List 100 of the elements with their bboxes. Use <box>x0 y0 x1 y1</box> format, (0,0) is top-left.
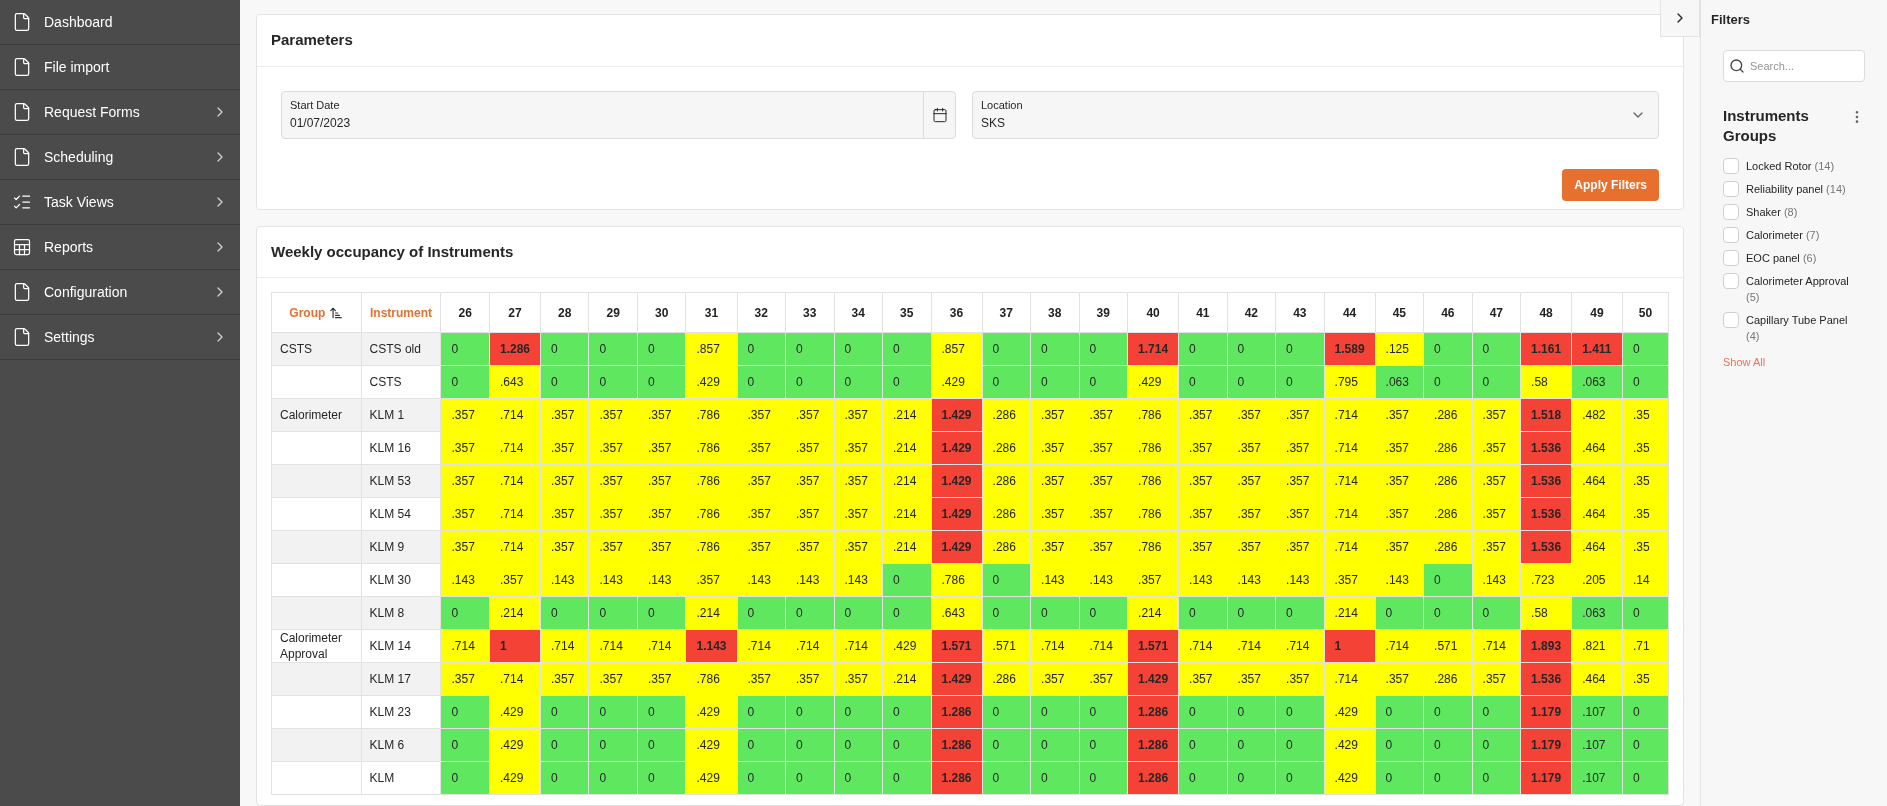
occupancy-cell: .14 <box>1622 563 1669 597</box>
checkbox[interactable] <box>1723 204 1739 220</box>
occupancy-cell: .357 <box>1030 662 1080 696</box>
occupancy-cell: .714 <box>1375 629 1424 663</box>
occupancy-cell: .58 <box>1520 596 1572 630</box>
occupancy-cell: .357 <box>834 398 883 432</box>
column-header: 42 <box>1227 292 1276 333</box>
occupancy-cell: 0 <box>785 695 834 729</box>
search-field[interactable]: Search... <box>1723 50 1865 82</box>
occupancy-cell: .357 <box>737 464 786 498</box>
occupancy-cell: .429 <box>686 761 737 795</box>
occupancy-cell: .714 <box>489 464 541 498</box>
occupancy-cell: .357 <box>1227 530 1276 564</box>
occupancy-cell: .357 <box>1375 530 1424 564</box>
occupancy-cell: 0 <box>1227 596 1276 630</box>
occupancy-cell: 0 <box>1227 728 1276 762</box>
occupancy-cell: 0 <box>637 695 686 729</box>
occupancy-cell: 0 <box>1030 365 1080 399</box>
occupancy-cell: .143 <box>1375 563 1424 597</box>
occupancy-cell: .357 <box>785 662 834 696</box>
occupancy-cell: .214 <box>1127 596 1179 630</box>
occupancy-cell: 0 <box>440 728 490 762</box>
occupancy-cell: 0 <box>1622 365 1669 399</box>
collapse-button[interactable] <box>1660 0 1700 37</box>
occupancy-cell: .143 <box>540 563 589 597</box>
sidebar-item[interactable]: Request Forms <box>0 90 240 135</box>
occupancy-cell: 0 <box>982 563 1031 597</box>
checkbox[interactable] <box>1723 227 1739 243</box>
occupancy-cell: 1.286 <box>1127 761 1179 795</box>
occupancy-cell: 0 <box>1275 365 1325 399</box>
column-header: 49 <box>1571 292 1623 333</box>
occupancy-cell: 1.536 <box>1520 662 1572 696</box>
date-field[interactable]: Start Date 01/07/2023 <box>281 90 956 139</box>
occupancy-cell: .214 <box>882 431 931 465</box>
occupancy-cell: 0 <box>834 761 883 795</box>
occupancy-cell: 0 <box>1030 332 1080 366</box>
occupancy-cell: 0 <box>1275 728 1325 762</box>
occupancy-cell: .723 <box>1520 563 1572 597</box>
occupancy-cell: .357 <box>834 497 883 531</box>
occupancy-cell: 0 <box>834 695 883 729</box>
occupancy-cell: .357 <box>1472 464 1521 498</box>
sidebar-item[interactable]: Configuration <box>0 270 240 315</box>
occupancy-cell: .714 <box>1324 530 1376 564</box>
instrument-cell: KLM 9 <box>361 530 441 564</box>
occupancy-cell: .107 <box>1571 695 1623 729</box>
occupancy-cell: 1.536 <box>1520 497 1572 531</box>
occupancy-cell: .286 <box>1423 398 1473 432</box>
occupancy-cell: .714 <box>1275 629 1325 663</box>
occupancy-cell: .357 <box>737 431 786 465</box>
occupancy-cell: 1.571 <box>1127 629 1179 663</box>
occupancy-cell: 0 <box>589 365 638 399</box>
occupancy-cell: .786 <box>686 431 737 465</box>
occupancy-cell: .357 <box>440 431 490 465</box>
occupancy-cell: 0 <box>737 596 786 630</box>
occupancy-cell: .143 <box>1227 563 1276 597</box>
column-header: 34 <box>834 292 883 333</box>
sidebar-item[interactable]: Scheduling <box>0 135 240 180</box>
sidebar-item[interactable]: Reports <box>0 225 240 270</box>
location-select[interactable]: Location SKS <box>972 90 1659 139</box>
occupancy-cell: .357 <box>1030 398 1080 432</box>
occupancy-cell: 0 <box>540 761 589 795</box>
sidebar-item[interactable]: Dashboard <box>0 0 240 45</box>
column-header: 29 <box>589 292 638 333</box>
sidebar-item[interactable]: File import <box>0 45 240 90</box>
occupancy-cell: 0 <box>440 332 490 366</box>
occupancy-cell: 0 <box>1472 365 1521 399</box>
occupancy-cell: 0 <box>1079 332 1128 366</box>
occupancy-cell: .357 <box>1472 398 1521 432</box>
occupancy-cell: 1.429 <box>931 464 983 498</box>
occupancy-cell: .357 <box>737 662 786 696</box>
occupancy-cell: .714 <box>1079 629 1128 663</box>
column-header: 26 <box>440 292 490 333</box>
occupancy-cell: .429 <box>1324 761 1376 795</box>
occupancy-cell: .357 <box>737 497 786 531</box>
sidebar-item[interactable]: Settings <box>0 315 240 360</box>
column-header: 40 <box>1127 292 1179 333</box>
occupancy-cell: 0 <box>1275 695 1325 729</box>
occupancy-cell: 0 <box>1030 596 1080 630</box>
sidebar-item[interactable]: Task Views <box>0 180 240 225</box>
checkbox[interactable] <box>1723 158 1739 174</box>
occupancy-cell: .063 <box>1375 365 1424 399</box>
occupancy-cell: 0 <box>1622 332 1669 366</box>
occupancy-cell: .357 <box>1375 497 1424 531</box>
occupancy-cell: .357 <box>637 662 686 696</box>
checkbox[interactable] <box>1723 250 1739 266</box>
occupancy-cell: 1.429 <box>931 497 983 531</box>
occupancy-cell: .571 <box>982 629 1031 663</box>
occupancy-cell: 1.179 <box>1520 728 1572 762</box>
occupancy-cell: .571 <box>1423 629 1473 663</box>
occupancy-cell: 0 <box>1423 761 1473 795</box>
checkbox[interactable] <box>1723 181 1739 197</box>
occupancy-cell: .286 <box>982 530 1031 564</box>
checkbox[interactable] <box>1723 312 1739 328</box>
column-header: 27 <box>489 292 541 333</box>
checkbox[interactable] <box>1723 273 1739 289</box>
occupancy-cell: 1.286 <box>1127 728 1179 762</box>
occupancy-cell: 0 <box>1622 728 1669 762</box>
occupancy-cell: .786 <box>1127 464 1179 498</box>
occupancy-cell: .063 <box>1571 596 1623 630</box>
occupancy-cell: 0 <box>882 695 931 729</box>
